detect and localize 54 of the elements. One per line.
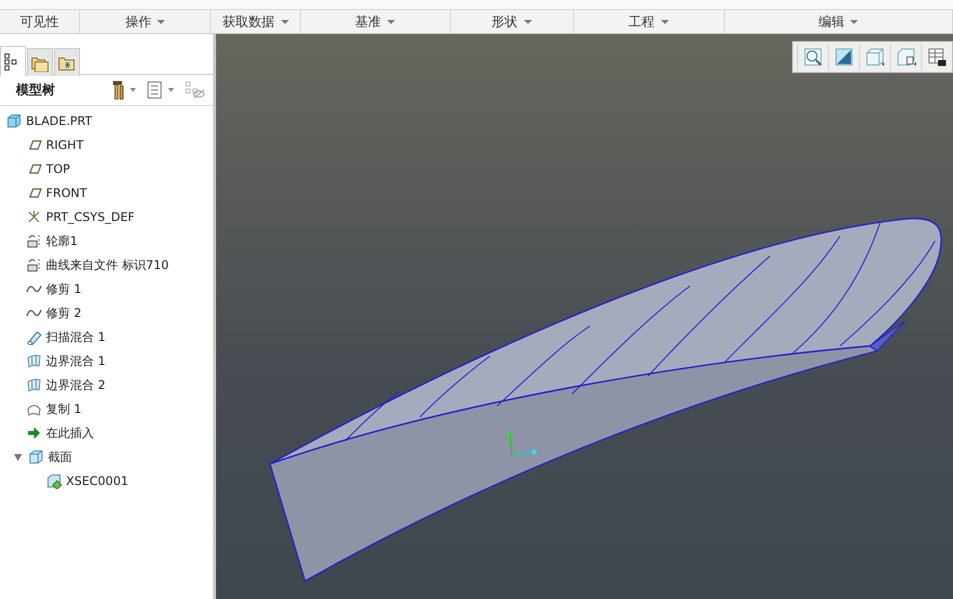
caret-icon[interactable] <box>130 88 136 92</box>
tree-item[interactable]: 曲线来自文件 标识710 <box>46 256 169 274</box>
ribbon-group-label[interactable]: 获取数据 <box>211 10 301 33</box>
tools-icon[interactable] <box>111 80 125 100</box>
tree-item[interactable]: 扫描混合 1 <box>46 328 106 346</box>
surface-icon <box>26 353 42 369</box>
model-tree-title: 模型树 <box>16 82 56 99</box>
caret-icon <box>850 20 858 24</box>
sweep-icon <box>26 329 42 345</box>
cube-icon <box>6 113 22 129</box>
tree-item[interactable]: 边界混合 2 <box>46 376 106 394</box>
repaint-icon[interactable] <box>834 46 854 68</box>
caret-icon <box>157 20 166 24</box>
caret-icon <box>280 20 289 24</box>
ribbon-group-label[interactable]: 基准 <box>300 10 451 33</box>
ribbon-group-label[interactable]: 编辑 <box>724 10 953 33</box>
coordinate-system-icon <box>26 209 42 225</box>
surface-icon <box>26 377 42 393</box>
tree-item[interactable]: FRONT <box>46 186 87 200</box>
ribbon-group-label[interactable]: 操作 <box>80 10 212 33</box>
model-tree-tab[interactable] <box>0 46 26 76</box>
list-icon[interactable] <box>147 81 163 99</box>
curve-feature-icon <box>26 233 42 249</box>
tree-item[interactable]: TOP <box>46 162 70 176</box>
ribbon-group-label[interactable]: 形状 <box>450 10 574 33</box>
folder-browser-tab[interactable] <box>27 48 53 76</box>
caret-icon <box>660 20 669 24</box>
caret-icon[interactable] <box>168 88 174 92</box>
tree-item[interactable]: RIGHT <box>46 138 84 152</box>
arrow-icon <box>26 425 42 441</box>
tree-item[interactable]: PRT_CSYS_DEF <box>46 210 135 224</box>
curve-feature-icon <box>26 257 42 273</box>
tree-item[interactable]: BLADE.PRT <box>26 114 92 128</box>
section-icon <box>46 473 62 489</box>
ribbon-group-label[interactable]: 可见性 <box>0 10 80 33</box>
tree-item[interactable]: XSEC0001 <box>66 474 128 488</box>
zoom-icon[interactable] <box>802 46 824 68</box>
hide-items-icon[interactable] <box>185 81 205 99</box>
tree-item[interactable]: 轮廓1 <box>46 232 78 250</box>
cube-icon[interactable] <box>896 46 916 68</box>
tree-item[interactable]: 在此插入 <box>46 424 94 442</box>
tree-item[interactable]: 修剪 1 <box>46 280 82 298</box>
favorites-tab[interactable] <box>54 48 80 76</box>
tree-item[interactable]: 修剪 2 <box>46 304 82 322</box>
expand-toggle-icon[interactable] <box>14 454 22 460</box>
tree-item[interactable]: 边界混合 1 <box>46 352 106 370</box>
caret-icon <box>524 20 532 24</box>
tree-item[interactable]: 截面 <box>48 448 72 466</box>
tree-item[interactable]: 复制 1 <box>46 400 82 418</box>
camera-grid-icon[interactable] <box>926 46 948 68</box>
ribbon-group-label[interactable]: 工程 <box>574 10 725 33</box>
caret-icon <box>387 20 396 24</box>
cube-icon <box>28 449 44 465</box>
coordinate-axes-icon <box>506 431 536 457</box>
